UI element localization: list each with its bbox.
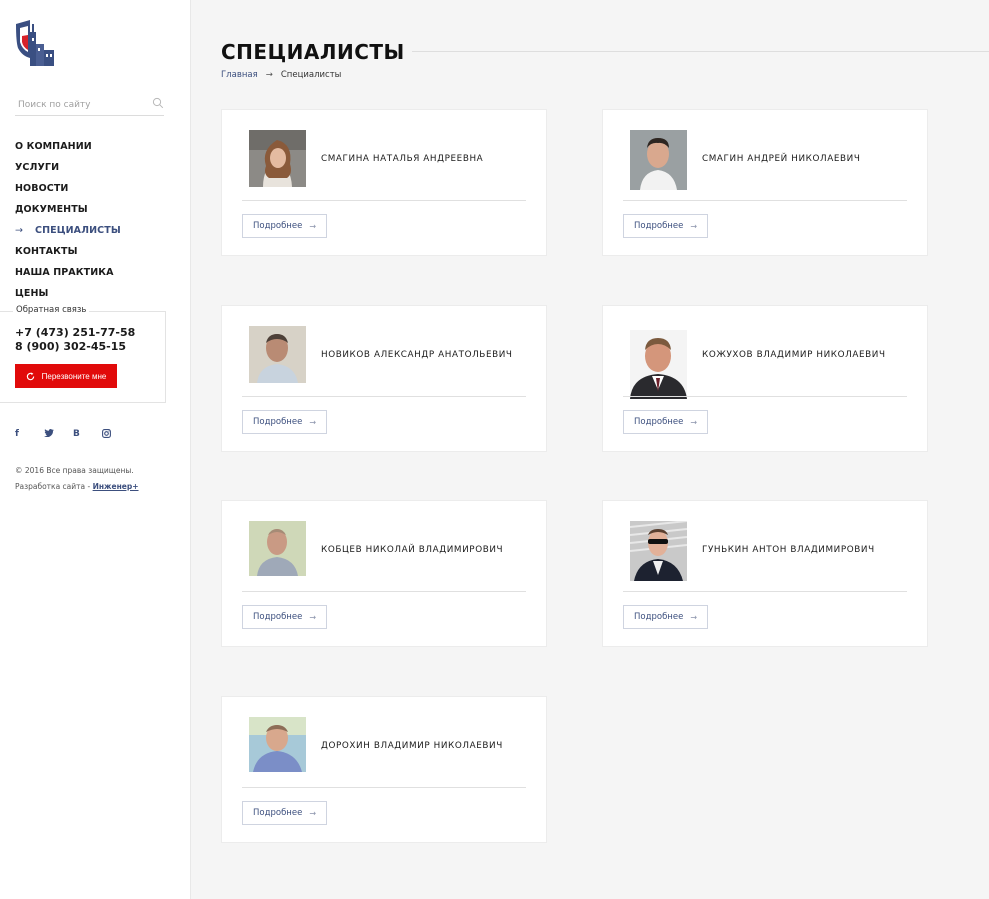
more-button[interactable]: Подробнее → <box>242 605 327 629</box>
breadcrumb-current: Специалисты <box>280 70 342 80</box>
card-divider <box>242 396 526 397</box>
specialist-card: СМАГИН АНДРЕЙ НИКОЛАЕВИЧ Подробнее → <box>602 109 928 256</box>
specialist-photo[interactable] <box>249 717 306 772</box>
feedback-box: Обратная связь +7 (473) 251-77-58 8 (900… <box>0 305 166 403</box>
more-button[interactable]: Подробнее → <box>623 410 708 434</box>
arrow-right-icon: → <box>309 808 317 818</box>
social-links: f В <box>15 429 131 441</box>
nav-item-practice[interactable]: НАША ПРАКТИКА <box>15 264 121 285</box>
more-button[interactable]: Подробнее → <box>242 801 327 825</box>
refresh-icon <box>26 371 34 380</box>
specialist-name[interactable]: КОЖУХОВ ВЛАДИМИР НИКОЛАЕВИЧ <box>702 306 886 403</box>
callback-button[interactable]: Перезвоните мне <box>15 364 117 388</box>
card-divider <box>623 200 907 201</box>
sidebar: О КОМПАНИИ УСЛУГИ НОВОСТИ ДОКУМЕНТЫ →СПЕ… <box>0 0 191 899</box>
phone-2[interactable]: 8 (900) 302-45-15 <box>15 340 126 353</box>
card-divider <box>242 787 526 788</box>
breadcrumb-separator: → <box>265 70 273 80</box>
arrow-right-icon: → <box>15 225 24 236</box>
specialist-photo[interactable] <box>630 521 687 581</box>
search-input[interactable] <box>15 94 145 116</box>
instagram-icon[interactable] <box>102 429 131 441</box>
card-divider <box>623 396 907 397</box>
developer-link[interactable]: Инженер+ <box>93 482 139 491</box>
arrow-right-icon: → <box>690 221 698 231</box>
nav-item-documents[interactable]: ДОКУМЕНТЫ <box>15 201 121 222</box>
specialist-name[interactable]: СМАГИНА НАТАЛЬЯ АНДРЕЕВНА <box>321 110 483 207</box>
developer-credit: Разработка сайта - Инженер+ <box>15 482 139 491</box>
logo-icon[interactable] <box>14 18 58 68</box>
nav-item-specialists[interactable]: → СПЕЦИАЛИСТЫ <box>15 222 121 243</box>
arrow-right-icon: → <box>309 417 317 427</box>
specialist-photo[interactable] <box>630 330 687 399</box>
card-divider <box>242 591 526 592</box>
title-divider <box>412 51 989 52</box>
more-button[interactable]: Подробнее → <box>242 214 327 238</box>
search-icon[interactable] <box>152 97 164 109</box>
specialist-photo[interactable] <box>249 521 306 576</box>
card-divider <box>623 591 907 592</box>
specialist-name[interactable]: НОВИКОВ АЛЕКСАНДР АНАТОЛЬЕВИЧ <box>321 306 513 403</box>
page-title: СПЕЦИАЛИСТЫ <box>221 40 405 64</box>
specialist-card: ДОРОХИН ВЛАДИМИР НИКОЛАЕВИЧ Подробнее → <box>221 696 547 843</box>
phone-1[interactable]: +7 (473) 251-77-58 <box>15 326 135 339</box>
more-button[interactable]: Подробнее → <box>623 214 708 238</box>
copyright: © 2016 Все права защищены. <box>15 466 134 475</box>
nav-item-prices[interactable]: ЦЕНЫ <box>15 285 121 306</box>
specialist-card: ГУНЬКИН АНТОН ВЛАДИМИРОВИЧ Подробнее → <box>602 500 928 647</box>
breadcrumb: Главная → Специалисты <box>221 70 341 80</box>
facebook-icon[interactable]: f <box>15 429 44 441</box>
arrow-right-icon: → <box>690 612 698 622</box>
search-box <box>15 92 164 116</box>
specialist-photo[interactable] <box>630 130 687 190</box>
nav-item-services[interactable]: УСЛУГИ <box>15 159 121 180</box>
more-button[interactable]: Подробнее → <box>623 605 708 629</box>
specialist-card: СМАГИНА НАТАЛЬЯ АНДРЕЕВНА Подробнее → <box>221 109 547 256</box>
arrow-right-icon: → <box>309 612 317 622</box>
main-nav: О КОМПАНИИ УСЛУГИ НОВОСТИ ДОКУМЕНТЫ → СПЕ… <box>15 138 121 306</box>
specialist-name[interactable]: КОБЦЕВ НИКОЛАЙ ВЛАДИМИРОВИЧ <box>321 501 503 598</box>
more-button[interactable]: Подробнее → <box>242 410 327 434</box>
nav-item-contacts[interactable]: КОНТАКТЫ <box>15 243 121 264</box>
nav-item-about[interactable]: О КОМПАНИИ <box>15 138 121 159</box>
specialist-name[interactable]: СМАГИН АНДРЕЙ НИКОЛАЕВИЧ <box>702 110 860 207</box>
specialist-photo[interactable] <box>249 326 306 383</box>
vk-icon[interactable]: В <box>73 429 102 441</box>
card-divider <box>242 200 526 201</box>
feedback-label: Обратная связь <box>13 305 90 315</box>
arrow-right-icon: → <box>309 221 317 231</box>
specialist-name[interactable]: ДОРОХИН ВЛАДИМИР НИКОЛАЕВИЧ <box>321 697 503 794</box>
breadcrumb-home[interactable]: Главная <box>221 70 258 80</box>
specialist-card: КОЖУХОВ ВЛАДИМИР НИКОЛАЕВИЧ Подробнее → <box>602 305 928 452</box>
specialist-card: КОБЦЕВ НИКОЛАЙ ВЛАДИМИРОВИЧ Подробнее → <box>221 500 547 647</box>
specialist-card: НОВИКОВ АЛЕКСАНДР АНАТОЛЬЕВИЧ Подробнее → <box>221 305 547 452</box>
twitter-icon[interactable] <box>44 429 73 441</box>
specialist-photo[interactable] <box>249 130 306 187</box>
nav-item-news[interactable]: НОВОСТИ <box>15 180 121 201</box>
arrow-right-icon: → <box>690 417 698 427</box>
specialist-name[interactable]: ГУНЬКИН АНТОН ВЛАДИМИРОВИЧ <box>702 501 875 598</box>
